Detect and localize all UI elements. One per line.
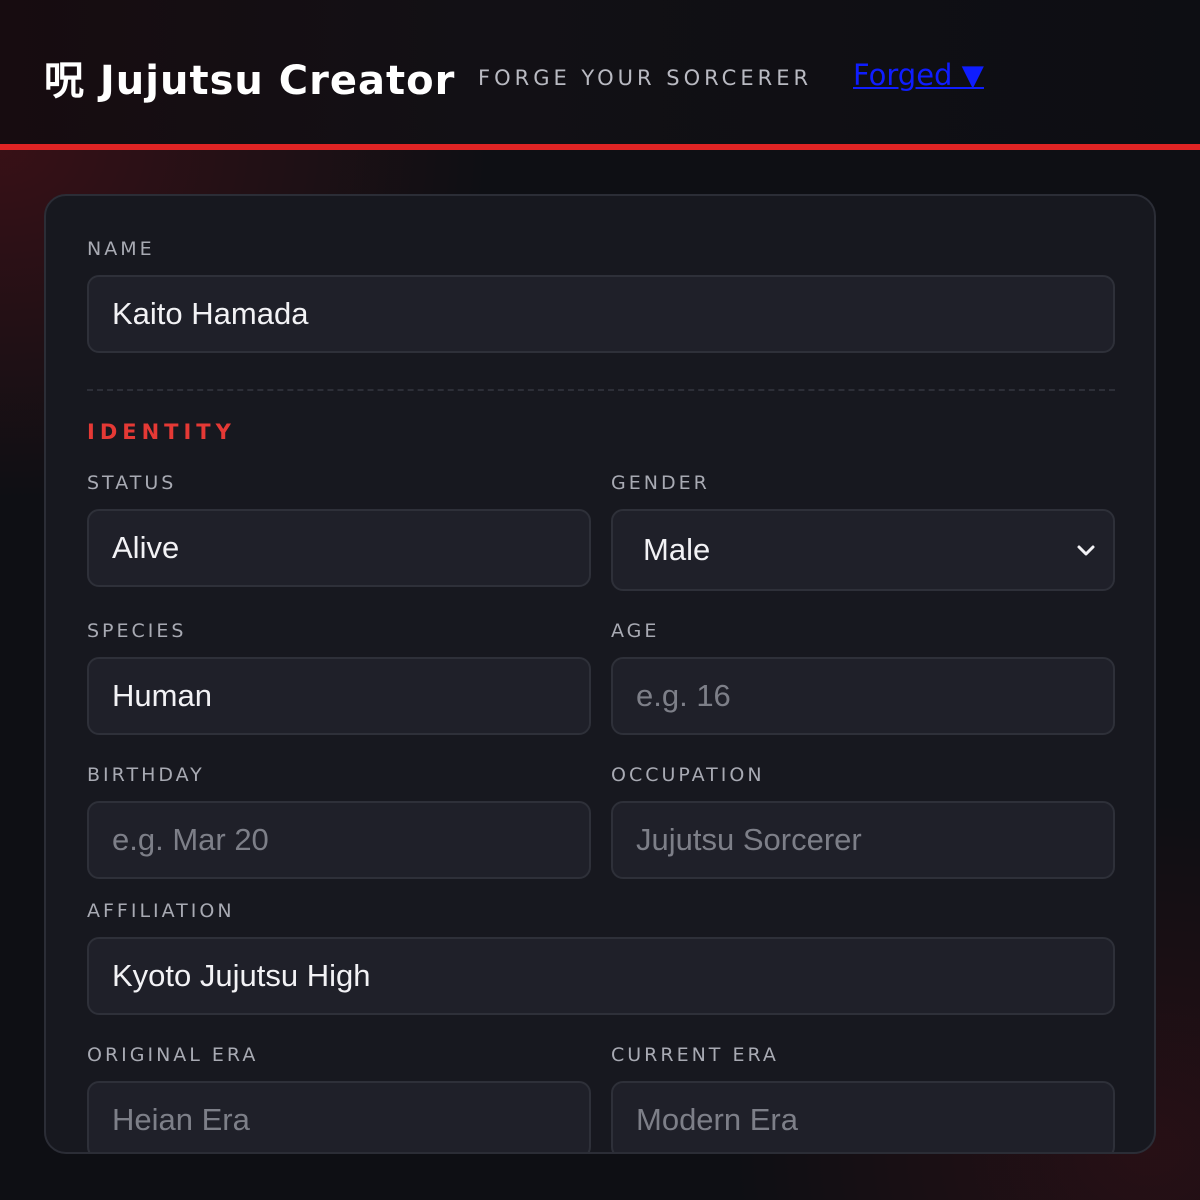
occupation-input[interactable]: Jujutsu Sorcerer [611,801,1115,879]
app-header: 呪 Jujutsu Creator FORGE YOUR SORCERER Fo… [0,0,1200,146]
app-tagline: FORGE YOUR SORCERER [478,66,813,90]
current-era-label: CURRENT ERA [611,1044,779,1066]
gender-label: GENDER [611,472,710,494]
status-label: STATUS [87,472,177,494]
age-label: AGE [611,620,660,642]
age-input[interactable]: e.g. 16 [611,657,1115,735]
species-label: SPECIES [87,620,187,642]
current-era-input[interactable]: Modern Era [611,1081,1115,1152]
name-label: NAME [87,238,155,260]
affiliation-input[interactable]: Kyoto Jujutsu High [87,937,1115,1015]
status-input[interactable]: Alive [87,509,591,587]
affiliation-label: AFFILIATION [87,900,235,922]
app-logo-title: 呪 Jujutsu Creator [44,58,456,104]
species-input[interactable]: Human [87,657,591,735]
birthday-label: BIRTHDAY [87,764,205,786]
identity-section-title: IDENTITY [87,420,236,444]
gender-select[interactable]: Male [611,509,1115,591]
occupation-label: OCCUPATION [611,764,765,786]
chevron-down-icon [1077,545,1095,556]
gender-selected-value: Male [643,532,711,567]
forged-dropdown-link[interactable]: Forged ▼ [853,58,984,92]
original-era-input[interactable]: Heian Era [87,1081,591,1152]
original-era-label: ORIGINAL ERA [87,1044,259,1066]
birthday-input[interactable]: e.g. Mar 20 [87,801,591,879]
name-input[interactable]: Kaito Hamada [87,275,1115,353]
character-form-card: NAME Kaito Hamada IDENTITY STATUS Alive … [44,194,1156,1154]
header-accent-line [0,144,1200,150]
section-divider [87,389,1115,391]
